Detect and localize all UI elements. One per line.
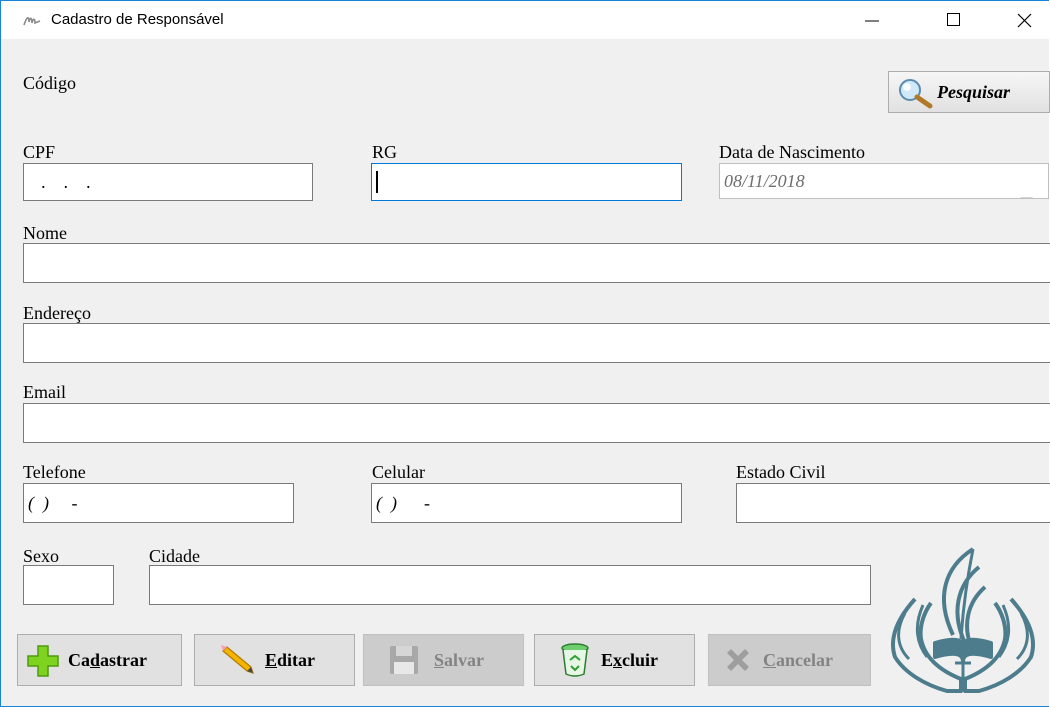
recycle-bin-icon	[559, 642, 591, 683]
cadastrar-label: Cadastrar	[68, 650, 147, 670]
floppy-disk-icon	[388, 644, 420, 681]
cpf-value: . . .	[28, 171, 92, 192]
editar-label: Editar	[265, 650, 316, 670]
cancelar-button[interactable]: Cancelar	[708, 634, 871, 686]
data-nascimento-label: Data de Nascimento	[719, 142, 865, 162]
editar-button[interactable]: Editar	[194, 634, 355, 686]
endereco-input[interactable]	[23, 323, 1050, 363]
cpf-label: CPF	[23, 142, 56, 162]
cpf-input[interactable]: . . .	[23, 163, 313, 201]
close-icon	[1017, 13, 1032, 28]
codigo-label: Código	[23, 73, 77, 93]
telefone-input[interactable]: ( ) -	[23, 483, 294, 523]
cidade-input[interactable]	[149, 565, 871, 605]
pencil-icon	[219, 643, 257, 682]
x-cancel-icon	[723, 645, 753, 680]
cadastro-window: Cadastro de Responsável Código Pesquisar…	[0, 0, 1050, 707]
magnifier-icon	[897, 77, 935, 114]
estado-civil-label: Estado Civil	[736, 462, 826, 482]
pesquisar-button[interactable]: Pesquisar	[888, 71, 1050, 113]
data-nascimento-value: 08/11/2018	[724, 170, 805, 191]
minimize-icon	[865, 20, 879, 22]
cidade-label: Cidade	[149, 546, 200, 566]
church-hands-flame-logo	[875, 539, 1050, 704]
window-title: Cadastro de Responsável	[51, 11, 224, 28]
maximize-button[interactable]	[931, 1, 977, 39]
rg-input[interactable]	[371, 163, 682, 201]
signature-icon	[23, 12, 41, 28]
sexo-input[interactable]	[23, 565, 114, 605]
endereco-label: Endereço	[23, 303, 91, 323]
sexo-label: Sexo	[23, 546, 59, 566]
email-label: Email	[23, 382, 66, 402]
excluir-button[interactable]: Excluir	[534, 634, 695, 686]
text-caret	[376, 171, 378, 193]
green-plus-icon	[26, 644, 60, 683]
cadastrar-button[interactable]: Cadastrar	[17, 634, 182, 686]
maximize-icon	[947, 13, 960, 26]
cancelar-label: Cancelar	[763, 650, 833, 670]
rg-label: RG	[372, 142, 398, 162]
nome-label: Nome	[23, 223, 67, 243]
salvar-button[interactable]: Salvar	[363, 634, 524, 686]
close-button[interactable]	[1001, 1, 1047, 39]
data-nascimento-input[interactable]: 08/11/2018	[719, 163, 1049, 199]
email-input[interactable]	[23, 403, 1050, 443]
pesquisar-label: Pesquisar	[937, 82, 1011, 102]
title-bar[interactable]: Cadastro de Responsável	[1, 1, 1049, 39]
celular-value: ( ) -	[376, 492, 430, 513]
celular-input[interactable]: ( ) -	[371, 483, 682, 523]
telefone-value: ( ) -	[28, 492, 78, 513]
salvar-label: Salvar	[434, 650, 485, 670]
minimize-button[interactable]	[849, 1, 895, 39]
nome-input[interactable]	[23, 243, 1050, 283]
estado-civil-input[interactable]	[736, 483, 1050, 523]
celular-label: Celular	[372, 462, 425, 482]
telefone-label: Telefone	[23, 462, 86, 482]
excluir-label: Excluir	[601, 650, 659, 670]
calendar-dropdown-icon[interactable]	[993, 174, 1042, 198]
